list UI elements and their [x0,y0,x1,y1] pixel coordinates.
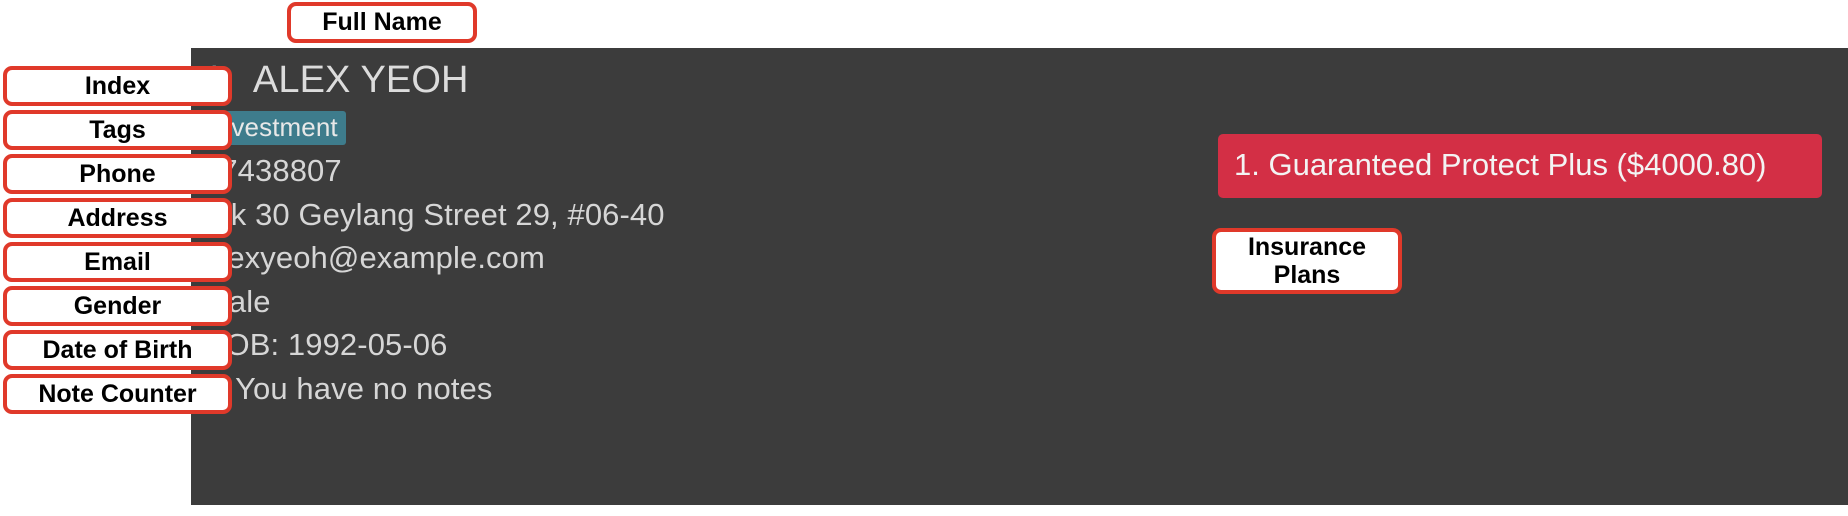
callout-phone-label: Phone [79,159,156,188]
callout-index-label: Index [84,71,151,100]
person-detail-list: 1. ALEX YEOH investment 87438807 Blk 30 … [203,54,1103,411]
person-note-counter-row[interactable]: ▶ You have no notes [203,367,1103,411]
callout-gender: Gender [3,286,232,326]
callout-insurance-plans-label: Insurance Plans [1248,233,1366,290]
callout-address-label: Address [67,203,168,232]
callout-note-counter-label: Note Counter [38,379,197,408]
person-email: alexyeoh@example.com [203,240,545,276]
callout-email-label: Email [84,247,151,276]
insurance-plan-card[interactable]: 1. Guaranteed Protect Plus ($4000.80) [1218,134,1822,199]
screenshot-canvas: 1. ALEX YEOH investment 87438807 Blk 30 … [0,0,1848,516]
person-name-row: 1. ALEX YEOH [203,54,1103,106]
person-email-row: alexyeoh@example.com [203,237,1103,281]
callout-insurance-plans-line1: Insurance [1247,232,1367,261]
person-date-of-birth: DOB: 1992-05-06 [203,327,448,363]
callout-phone: Phone [3,154,232,194]
person-gender-row: Male [203,280,1103,324]
person-dob-row: DOB: 1992-05-06 [203,324,1103,368]
person-tags-row: investment [203,106,1103,150]
callout-date-of-birth-label: Date of Birth [42,335,193,364]
callout-full-name-label: Full Name [322,8,442,37]
person-card-panel[interactable]: 1. ALEX YEOH investment 87438807 Blk 30 … [191,48,1848,505]
callout-gender-label: Gender [73,291,162,320]
callout-index: Index [3,66,232,106]
callout-address: Address [3,198,232,238]
insurance-plan-text: 1. Guaranteed Protect Plus ($4000.80) [1234,147,1767,182]
person-phone-row: 87438807 [203,150,1103,194]
person-address-row: Blk 30 Geylang Street 29, #06-40 [203,193,1103,237]
person-full-name: ALEX YEOH [252,58,469,101]
callout-date-of-birth: Date of Birth [3,330,232,370]
callout-note-counter: Note Counter [3,374,232,414]
callout-email: Email [3,242,232,282]
callout-tags-label: Tags [89,115,146,144]
person-note-counter: You have no notes [235,370,493,406]
callout-tags: Tags [3,110,232,150]
person-address: Blk 30 Geylang Street 29, #06-40 [203,196,665,232]
callout-full-name: Full Name [287,2,477,43]
callout-insurance-plans: Insurance Plans [1212,228,1402,294]
callout-insurance-plans-line2: Plans [1273,261,1341,289]
